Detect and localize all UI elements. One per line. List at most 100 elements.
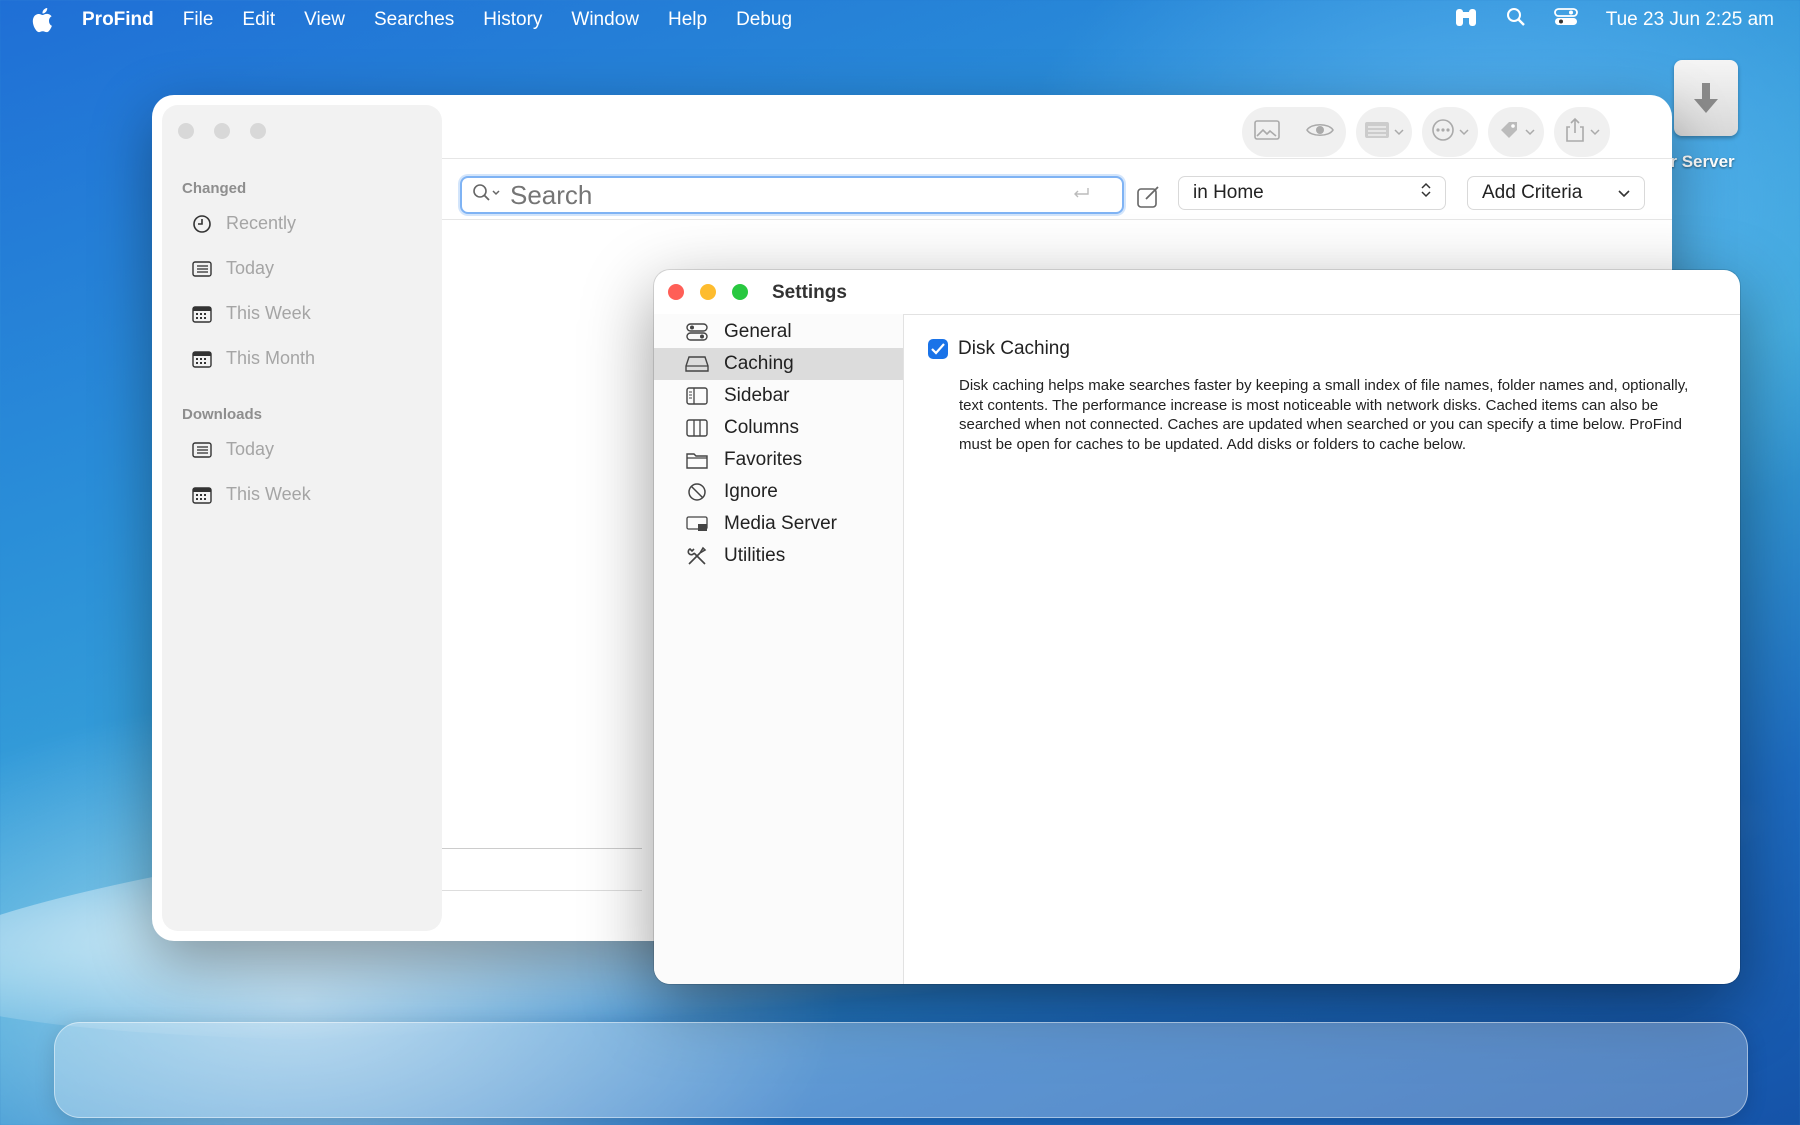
control-center-icon[interactable] xyxy=(1553,7,1578,33)
settings-title: Settings xyxy=(772,282,847,303)
disk-caching-row: Disk Caching xyxy=(928,338,1070,360)
settings-sidebar: General Caching Sidebar Columns Favorite… xyxy=(654,314,904,984)
prohibited-icon xyxy=(684,481,710,503)
apple-menu-icon[interactable] xyxy=(28,6,56,34)
sidebar-item-this-week[interactable]: This Week xyxy=(192,303,311,324)
tag-button[interactable] xyxy=(1488,107,1544,157)
settings-nav-label: Favorites xyxy=(724,449,803,470)
settings-nav-label: Columns xyxy=(724,417,799,438)
chevron-down-icon xyxy=(1394,123,1404,141)
settings-nav-sidebar[interactable]: Sidebar xyxy=(654,380,903,412)
profind-sidebar: Changed Recently Today This Week This Mo… xyxy=(162,105,442,931)
tag-icon xyxy=(1497,118,1521,147)
menu-debug[interactable]: Debug xyxy=(736,9,792,31)
sidebar-item-label: This Month xyxy=(226,348,316,368)
image-icon[interactable] xyxy=(1254,119,1280,145)
menu-view[interactable]: View xyxy=(304,9,345,31)
menu-clock[interactable]: Tue 23 Jun 2:25 am xyxy=(1606,9,1774,31)
folder-icon xyxy=(684,449,710,471)
settings-nav-label: Utilities xyxy=(724,545,786,566)
ellipsis-circle-icon xyxy=(1431,118,1455,147)
chevron-down-icon xyxy=(1459,123,1469,141)
binoculars-icon[interactable] xyxy=(1454,6,1478,34)
desktop-disk-icon[interactable] xyxy=(1674,60,1738,136)
divider xyxy=(442,848,642,849)
calendar-icon xyxy=(192,485,212,505)
tools-icon xyxy=(684,545,710,567)
spotlight-search-icon[interactable] xyxy=(1506,7,1526,33)
disk-drive-icon xyxy=(684,353,710,375)
settings-nav-label: Caching xyxy=(724,353,794,374)
sidebar-item-recently[interactable]: Recently xyxy=(192,213,296,234)
sidebar-item-downloads-this-week[interactable]: This Week xyxy=(192,484,311,505)
settings-window: Settings General Caching Sidebar Columns… xyxy=(654,270,1740,984)
settings-nav-ignore[interactable]: Ignore xyxy=(654,476,903,508)
list-icon xyxy=(192,259,212,279)
search-row: in Home Add Criteria xyxy=(442,158,1672,220)
sidebar-item-downloads-today[interactable]: Today xyxy=(192,439,274,460)
sidebar-item-label: Today xyxy=(226,258,275,278)
share-button[interactable] xyxy=(1554,107,1610,157)
menu-window[interactable]: Window xyxy=(571,9,639,31)
view-mode-button[interactable] xyxy=(1356,107,1412,157)
menu-app-name[interactable]: ProFind xyxy=(82,9,154,31)
minimize-button[interactable] xyxy=(700,284,716,300)
sidebar-header-downloads: Downloads xyxy=(182,406,263,423)
scope-popup[interactable]: in Home xyxy=(1178,176,1446,210)
settings-nav-favorites[interactable]: Favorites xyxy=(654,444,903,476)
menu-searches[interactable]: Searches xyxy=(374,9,454,31)
menu-history[interactable]: History xyxy=(483,9,542,31)
menu-edit[interactable]: Edit xyxy=(242,9,275,31)
edit-query-icon[interactable] xyxy=(1136,183,1162,209)
toggles-icon xyxy=(684,321,710,343)
settings-nav-columns[interactable]: Columns xyxy=(654,412,903,444)
menu-bar: ProFind File Edit View Searches History … xyxy=(0,0,1800,40)
sidebar-item-label: Recently xyxy=(226,213,297,233)
zoom-button[interactable] xyxy=(250,123,266,139)
eye-icon[interactable] xyxy=(1306,121,1334,144)
scope-value: in Home xyxy=(1193,182,1264,203)
menu-help[interactable]: Help xyxy=(668,9,707,31)
divider xyxy=(442,890,642,891)
profind-toolbar xyxy=(1242,107,1610,157)
menu-file[interactable]: File xyxy=(183,9,214,31)
up-down-chevron-icon xyxy=(1421,182,1431,204)
search-icon[interactable] xyxy=(472,183,502,208)
dock xyxy=(54,1022,1748,1118)
add-criteria-label: Add Criteria xyxy=(1482,182,1583,203)
sidebar-icon xyxy=(684,385,710,407)
sidebar-header-changed: Changed xyxy=(182,180,247,197)
calendar-icon xyxy=(192,349,212,369)
list-icon xyxy=(192,440,212,460)
close-button[interactable] xyxy=(178,123,194,139)
share-icon xyxy=(1564,117,1586,148)
caching-description: Disk caching helps make searches faster … xyxy=(959,377,1689,454)
chevron-down-icon xyxy=(1618,182,1630,204)
settings-nav-label: Media Server xyxy=(724,513,837,534)
sidebar-item-label: This Week xyxy=(226,303,311,323)
clock-icon xyxy=(192,214,212,234)
list-view-icon xyxy=(1364,120,1390,145)
return-icon xyxy=(1072,186,1090,205)
settings-nav-utilities[interactable]: Utilities xyxy=(654,540,903,572)
search-field[interactable] xyxy=(460,176,1124,214)
search-input[interactable] xyxy=(508,178,1072,212)
calendar-icon xyxy=(192,304,212,324)
settings-nav-media-server[interactable]: Media Server xyxy=(654,508,903,540)
settings-nav-general[interactable]: General xyxy=(654,316,903,348)
close-button[interactable] xyxy=(668,284,684,300)
zoom-button[interactable] xyxy=(732,284,748,300)
settings-nav-label: General xyxy=(724,321,792,342)
preview-toggle-group xyxy=(1242,107,1346,157)
sidebar-item-label: This Week xyxy=(226,484,311,504)
window-controls xyxy=(178,123,266,139)
settings-nav-caching[interactable]: Caching xyxy=(654,348,903,380)
minimize-button[interactable] xyxy=(214,123,230,139)
more-actions-button[interactable] xyxy=(1422,107,1478,157)
add-criteria-popup[interactable]: Add Criteria xyxy=(1467,176,1645,210)
window-controls xyxy=(668,284,748,300)
disk-caching-checkbox[interactable] xyxy=(928,339,948,359)
chevron-down-icon xyxy=(1525,123,1535,141)
sidebar-item-this-month[interactable]: This Month xyxy=(192,348,315,369)
sidebar-item-today[interactable]: Today xyxy=(192,258,274,279)
